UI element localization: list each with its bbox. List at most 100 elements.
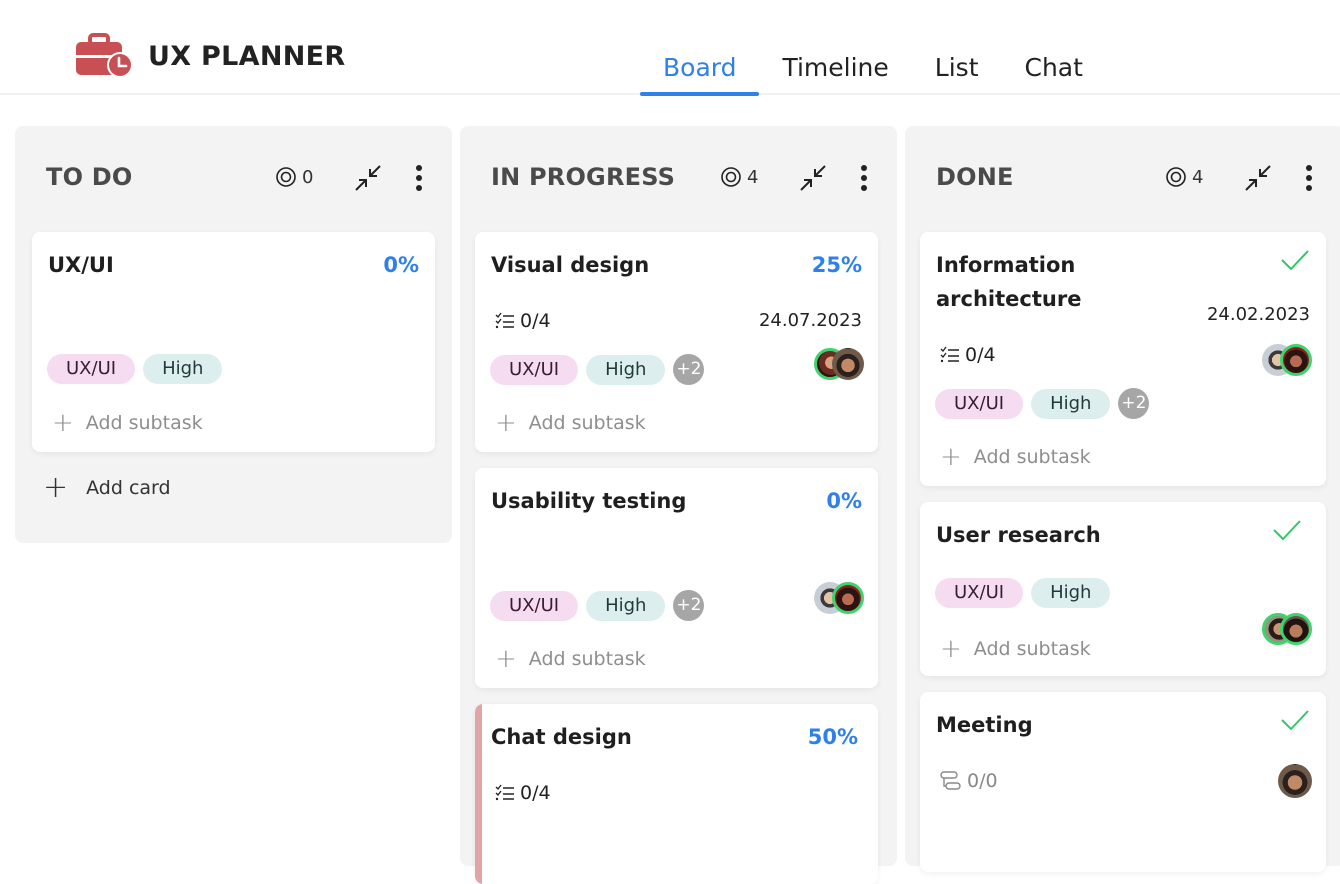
subtask-count: 0/4 <box>495 310 551 332</box>
add-card-button[interactable]: + Add card <box>43 473 171 503</box>
tab-chat[interactable]: Chat <box>1002 48 1106 95</box>
card-title: Chat design <box>491 725 632 749</box>
plus-icon: + <box>495 408 517 438</box>
card-progress: 0% <box>383 253 419 277</box>
app-header: UX PLANNER Board Timeline List Chat <box>0 0 1340 96</box>
checklist-icon <box>495 312 514 329</box>
card-tags: UX/UI High <box>935 578 1111 608</box>
check-icon <box>1272 518 1302 544</box>
card-title-line: architecture <box>936 287 1082 311</box>
tag-priority[interactable]: High <box>1031 578 1111 608</box>
column-title: IN PROGRESS <box>491 163 676 191</box>
plus-icon: + <box>495 644 517 674</box>
tab-timeline[interactable]: Timeline <box>759 48 911 95</box>
tag-category[interactable]: UX/UI <box>490 354 579 385</box>
card-progress: 50% <box>807 725 858 749</box>
tag-priority[interactable]: High <box>586 590 666 621</box>
add-subtask-button[interactable]: + Add subtask <box>940 444 1091 470</box>
plus-icon: + <box>52 408 74 438</box>
column-count-value: 0 <box>302 166 314 188</box>
avatar[interactable] <box>832 348 864 380</box>
avatar[interactable] <box>832 582 864 614</box>
column-header: TO DO 0 <box>15 126 452 232</box>
card-title: Meeting <box>936 713 1033 737</box>
task-card[interactable]: Chat design 50% 0/4 <box>475 704 878 884</box>
tag-category[interactable]: UX/UI <box>490 590 579 621</box>
collapse-icon[interactable] <box>1242 162 1274 194</box>
due-date: 24.07.2023 <box>758 310 862 331</box>
tab-board[interactable]: Board <box>640 48 760 96</box>
more-tags-badge[interactable]: +2 <box>673 590 705 621</box>
card-tags: UX/UI High <box>47 354 223 384</box>
task-card[interactable]: UX/UI 0% UX/UI High + Add subtask <box>32 232 435 452</box>
avatar[interactable] <box>1280 344 1312 376</box>
avatar[interactable] <box>1278 764 1312 798</box>
avatar[interactable] <box>1280 613 1312 645</box>
target-icon <box>276 167 296 187</box>
card-tags: UX/UI High +2 <box>490 354 705 385</box>
app-title: UX PLANNER <box>148 40 346 72</box>
task-card[interactable]: User research UX/UI High + Add subtask <box>920 502 1326 676</box>
task-card[interactable]: Information architecture 24.02.2023 0/4 … <box>920 232 1326 486</box>
tag-priority[interactable]: High <box>586 354 666 385</box>
view-tabs: Board Timeline List Chat <box>640 48 1106 96</box>
card-tags: UX/UI High +2 <box>935 388 1150 419</box>
card-color-accent <box>475 704 482 884</box>
assignee-avatars <box>1278 764 1312 798</box>
more-vertical-icon[interactable] <box>1302 164 1316 192</box>
add-subtask-button[interactable]: + Add subtask <box>495 644 646 674</box>
collapse-icon[interactable] <box>352 162 384 194</box>
task-card[interactable]: Usability testing 0% UX/UI High +2 + Add… <box>475 468 878 688</box>
column-title: DONE <box>936 163 1014 191</box>
due-date: 24.02.2023 <box>1206 304 1310 325</box>
plus-icon: + <box>940 634 962 664</box>
tag-priority[interactable]: High <box>143 354 223 384</box>
column-count-value: 4 <box>1192 166 1204 188</box>
subtask-count-value: 0/4 <box>520 782 551 804</box>
card-title: Information architecture <box>936 248 1081 316</box>
subtask-hierarchy-icon <box>940 771 961 790</box>
card-title: UX/UI <box>48 253 114 277</box>
assignee-avatars <box>1262 344 1312 376</box>
add-subtask-label: Add subtask <box>85 412 203 434</box>
task-card[interactable]: Meeting 0/0 <box>920 692 1326 872</box>
check-icon <box>1280 708 1310 734</box>
subtask-count-value: 0/4 <box>965 344 996 366</box>
assignee-avatars <box>814 348 864 380</box>
tag-category[interactable]: UX/UI <box>47 354 136 384</box>
card-tags: UX/UI High +2 <box>490 590 705 621</box>
subtask-count: 0/4 <box>940 344 996 366</box>
column-count-value: 4 <box>747 166 759 188</box>
tag-category[interactable]: UX/UI <box>935 578 1024 608</box>
more-tags-badge[interactable]: +2 <box>1118 388 1150 419</box>
column-header: DONE 4 <box>905 126 1340 232</box>
checklist-icon <box>495 784 514 801</box>
tag-category[interactable]: UX/UI <box>935 388 1024 419</box>
card-progress: 0% <box>826 489 862 513</box>
tab-list[interactable]: List <box>912 48 1002 95</box>
add-subtask-button[interactable]: + Add subtask <box>495 408 646 438</box>
logo: UX PLANNER <box>76 33 345 79</box>
add-subtask-button[interactable]: + Add subtask <box>940 634 1091 664</box>
column-count: 4 <box>1165 166 1203 188</box>
more-vertical-icon[interactable] <box>412 164 426 192</box>
subtask-count: 0/4 <box>495 782 551 804</box>
add-subtask-label: Add subtask <box>528 412 646 434</box>
card-title-line: Information <box>936 253 1076 277</box>
column-count: 4 <box>720 166 758 188</box>
more-vertical-icon[interactable] <box>857 164 871 192</box>
more-tags-badge[interactable]: +2 <box>673 354 705 385</box>
card-title: User research <box>936 523 1101 547</box>
add-subtask-button[interactable]: + Add subtask <box>52 408 203 438</box>
assignee-avatars <box>1262 613 1312 645</box>
add-subtask-label: Add subtask <box>973 446 1091 468</box>
column-todo: TO DO 0 UX/UI 0% UX/UI High + Add subtas… <box>15 126 452 543</box>
card-title: Visual design <box>491 253 650 277</box>
tag-priority[interactable]: High <box>1031 388 1111 419</box>
collapse-icon[interactable] <box>797 162 829 194</box>
check-icon <box>1280 248 1310 274</box>
task-card[interactable]: Visual design 25% 0/4 24.07.2023 UX/UI H… <box>475 232 878 452</box>
add-subtask-label: Add subtask <box>973 638 1091 660</box>
assignee-avatars <box>814 582 864 614</box>
column-in-progress: IN PROGRESS 4 Visual design 25% 0/4 24.0… <box>460 126 897 884</box>
